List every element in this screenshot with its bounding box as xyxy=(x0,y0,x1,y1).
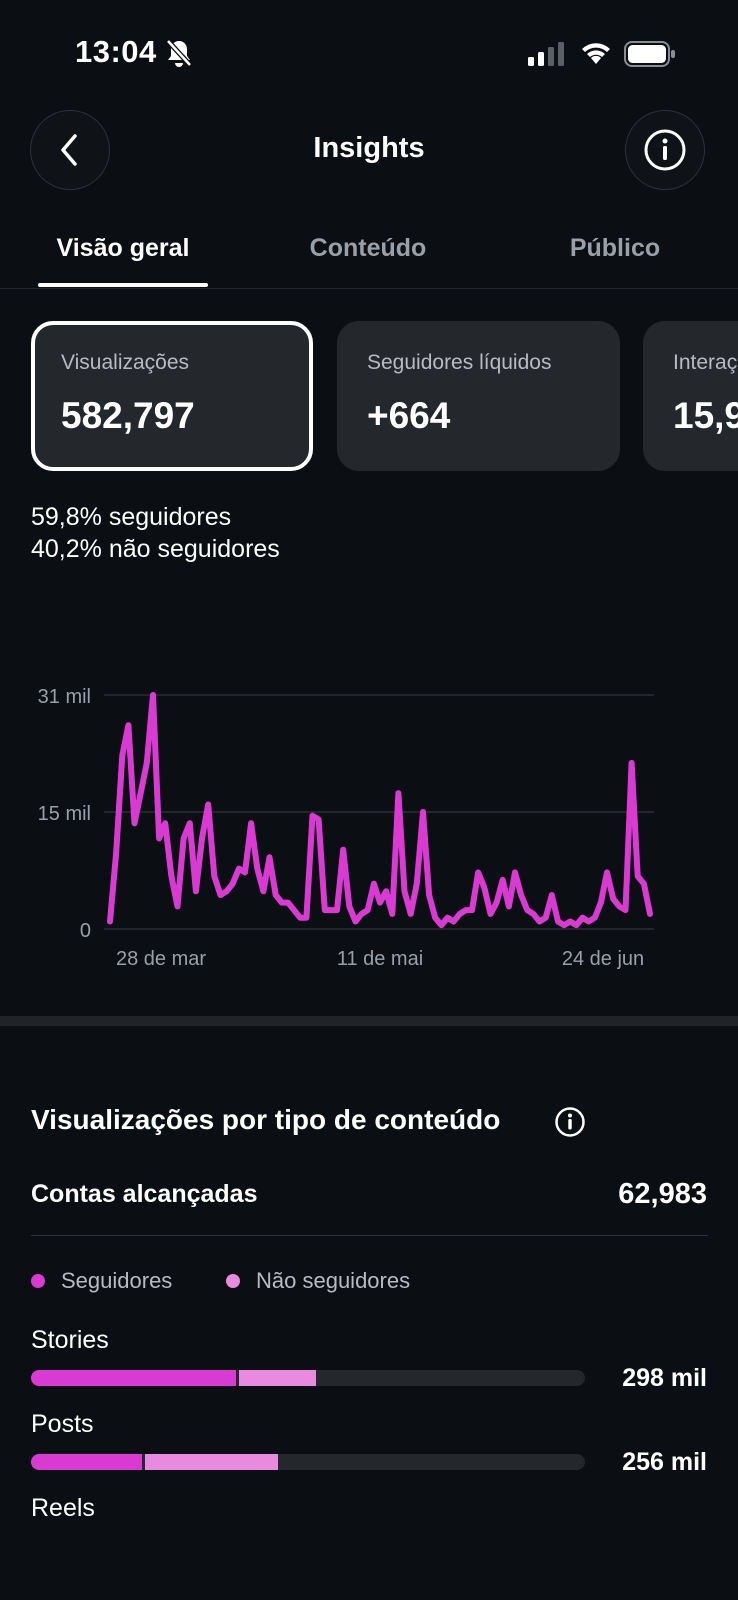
y-tick-label: 15 mil xyxy=(38,803,91,825)
followers-split: 59,8% seguidores xyxy=(31,503,231,532)
muted-bell-icon xyxy=(165,38,193,73)
posts-followers-segment xyxy=(31,1454,142,1470)
x-tick-label: 28 de mar xyxy=(116,948,206,970)
views-series-line xyxy=(107,692,653,929)
metric-label: Seguidores líquidos xyxy=(367,351,552,374)
y-tick-label: 31 mil xyxy=(38,686,91,708)
wifi-icon xyxy=(580,40,612,71)
active-tab-indicator xyxy=(38,283,208,287)
info-icon xyxy=(644,129,686,171)
section-title: Visualizações por tipo de conteúdo xyxy=(31,1104,501,1135)
posts-bar xyxy=(31,1454,585,1470)
metric-card-net-followers[interactable]: Seguidores líquidos +664 xyxy=(337,321,620,471)
tab-content[interactable]: Conteúdo xyxy=(268,234,468,263)
reach-divider xyxy=(31,1235,708,1236)
cellular-signal-icon xyxy=(528,42,566,71)
followers-label: seguidores xyxy=(108,503,232,531)
x-tick-label: 24 de jun xyxy=(562,948,644,970)
status-time: 13:04 xyxy=(75,34,157,69)
legend-followers-label: Seguidores xyxy=(61,1268,173,1293)
tab-divider xyxy=(0,288,738,289)
posts-value: 256 mil xyxy=(622,1448,707,1476)
followers-pct: 59,8% xyxy=(31,503,102,531)
metric-label: Interações xyxy=(673,351,738,374)
stories-bar xyxy=(31,1370,585,1386)
stories-non-followers-segment xyxy=(238,1370,317,1386)
metric-label: Visualizações xyxy=(61,351,190,374)
content-type-label-posts: Posts xyxy=(31,1410,94,1438)
x-tick-label: 11 de mai xyxy=(337,948,423,970)
stories-followers-segment xyxy=(31,1370,236,1386)
non-followers-pct: 40,2% xyxy=(31,535,102,563)
metric-card-interactions[interactable]: Interações 15,9 xyxy=(643,321,738,471)
tab-audience[interactable]: Público xyxy=(515,234,715,263)
accounts-reached-label: Contas alcançadas xyxy=(31,1180,258,1208)
info-button[interactable] xyxy=(625,110,705,190)
stories-value: 298 mil xyxy=(622,1364,707,1392)
content-type-label-stories: Stories xyxy=(31,1326,109,1354)
non-followers-label: não seguidores xyxy=(108,535,280,563)
metric-value: 15,9 xyxy=(673,395,738,436)
legend-followers-dot xyxy=(31,1274,45,1288)
non-followers-split: 40,2% não seguidores xyxy=(31,535,280,564)
content-type-label-reels: Reels xyxy=(31,1494,95,1522)
posts-non-followers-segment xyxy=(144,1454,278,1470)
battery-icon xyxy=(624,41,676,72)
metric-card-views[interactable]: Visualizações 582,797 xyxy=(31,321,313,471)
views-line-chart: 31 mil 15 mil 0 28 de mar 11 de mai 24 d… xyxy=(38,686,654,970)
metric-value: 582,797 xyxy=(61,395,195,436)
legend-non-followers-dot xyxy=(226,1274,240,1288)
accounts-reached-value: 62,983 xyxy=(618,1178,707,1210)
legend-non-followers-label: Não seguidores xyxy=(256,1268,411,1293)
metric-value: +664 xyxy=(367,395,451,436)
tab-overview[interactable]: Visão geral xyxy=(38,234,208,263)
y-tick-label: 0 xyxy=(80,920,91,942)
section-info-icon[interactable] xyxy=(554,1106,586,1143)
section-separator xyxy=(0,1016,738,1026)
